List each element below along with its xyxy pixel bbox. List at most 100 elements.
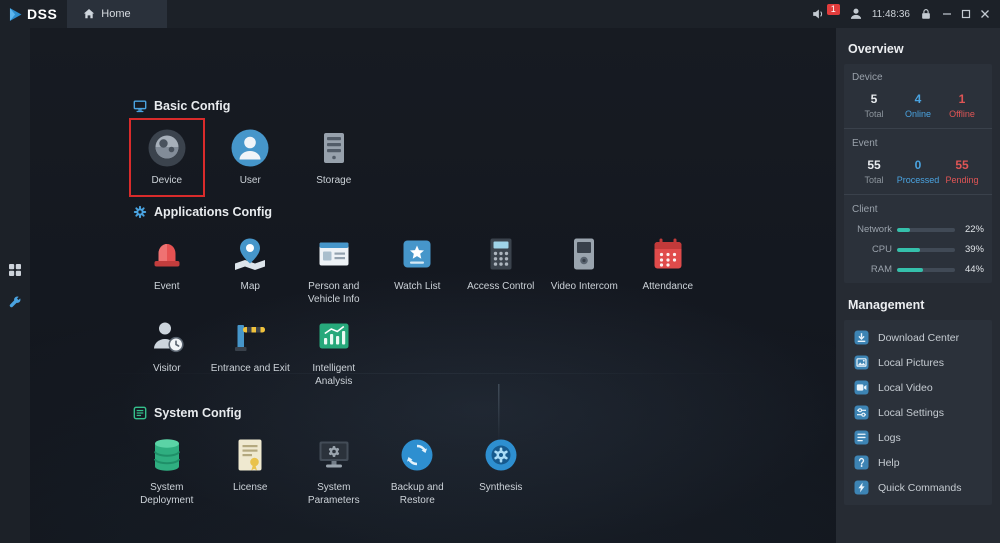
config-tools-button[interactable] — [7, 294, 23, 310]
speaker-icon — [811, 7, 825, 21]
left-rail — [0, 28, 30, 543]
app-attendance[interactable]: Attendance — [626, 234, 710, 306]
maximize-button[interactable] — [961, 9, 971, 19]
cpu-meter: CPU 39% — [852, 244, 984, 255]
network-meter-value: 22% — [960, 224, 984, 235]
app-license-label: License — [233, 481, 267, 494]
app-person-vehicle-info-label: Person and Vehicle Info — [294, 280, 374, 306]
app-video-intercom[interactable]: Video Intercom — [543, 234, 627, 306]
section-applications-config: Applications Config Event Map — [133, 205, 836, 388]
overview-client-group: Client Network 22% CPU 39% RAM 44% — [852, 204, 984, 275]
event-pending-label: Pending — [942, 175, 982, 185]
app-system-deployment[interactable]: System Deployment — [125, 435, 209, 507]
dss-logo-icon — [7, 6, 24, 23]
app-visitor-label: Visitor — [153, 362, 181, 375]
lock-icon — [919, 7, 933, 21]
local-video-icon — [854, 380, 869, 395]
section-basic-config: Basic Config Device User — [133, 99, 836, 187]
overview-title: Overview — [848, 42, 988, 56]
quick-commands-icon — [854, 480, 869, 495]
event-pending-stat: 55 Pending — [942, 158, 982, 185]
basic-config-icon — [133, 99, 147, 113]
management-item-quick-commands[interactable]: Quick Commands — [844, 475, 992, 500]
right-panel: Overview Device 5 Total 4 Online — [836, 28, 1000, 543]
device-online-value: 4 — [898, 92, 938, 106]
synthesis-icon — [481, 435, 521, 475]
app-watch-list-label: Watch List — [394, 280, 440, 293]
app-storage[interactable]: Storage — [292, 128, 376, 187]
wrench-icon — [7, 294, 23, 310]
minimize-button[interactable] — [942, 9, 952, 19]
app-system-parameters[interactable]: System Parameters — [292, 435, 376, 507]
app-person-vehicle-info[interactable]: Person and Vehicle Info — [292, 234, 376, 306]
management-item-label: Local Video — [878, 382, 933, 394]
app-watch-list[interactable]: Watch List — [376, 234, 460, 306]
device-offline-label: Offline — [942, 109, 982, 119]
titlebar-controls: 1 11:48:36 — [811, 7, 1000, 21]
lock-button[interactable] — [919, 7, 933, 21]
applications-config-row-1: Event Map Person and Vehicle Info — [125, 234, 836, 306]
app-map-label: Map — [241, 280, 260, 293]
download-center-icon — [854, 330, 869, 345]
basic-config-header: Basic Config — [133, 99, 836, 113]
overview-event-group: Event 55 Total 0 Processed 55 Pending — [852, 138, 984, 185]
maximize-icon — [961, 9, 971, 19]
user-icon — [849, 7, 863, 21]
app-system-deployment-label: System Deployment — [127, 481, 207, 507]
management-item-logs[interactable]: Logs — [844, 425, 992, 450]
backup-restore-icon — [397, 435, 437, 475]
app-entrance-exit[interactable]: Entrance and Exit — [209, 316, 293, 388]
app-intelligent-analysis[interactable]: Intelligent Analysis — [292, 316, 376, 388]
tab-home[interactable]: Home — [67, 0, 167, 28]
device-icon — [147, 128, 187, 168]
ram-meter-bar — [897, 268, 955, 272]
minimize-icon — [942, 9, 952, 19]
event-processed-label: Processed — [897, 175, 940, 185]
management-item-label: Local Settings — [878, 407, 944, 419]
applications-config-header: Applications Config — [133, 205, 836, 219]
applications-config-row-2: Visitor Entrance and Exit Intelligent An… — [125, 316, 836, 388]
app-synthesis-label: Synthesis — [479, 481, 522, 494]
app-access-control[interactable]: Access Control — [459, 234, 543, 306]
apps-grid-button[interactable] — [7, 262, 23, 278]
app-storage-label: Storage — [316, 174, 351, 187]
management-item-download-center[interactable]: Download Center — [844, 325, 992, 350]
app-device[interactable]: Device — [125, 128, 209, 187]
app-visitor[interactable]: Visitor — [125, 316, 209, 388]
home-workspace: Basic Config Device User — [30, 28, 836, 543]
local-settings-icon — [854, 405, 869, 420]
app-backup-restore[interactable]: Backup and Restore — [376, 435, 460, 507]
event-icon — [147, 234, 187, 274]
app-license[interactable]: License — [209, 435, 293, 507]
management-title: Management — [848, 298, 988, 312]
management-item-local-settings[interactable]: Local Settings — [844, 400, 992, 425]
dss-logo: DSS — [0, 6, 67, 23]
app-map[interactable]: Map — [209, 234, 293, 306]
management-item-local-video[interactable]: Local Video — [844, 375, 992, 400]
access-control-icon — [481, 234, 521, 274]
applications-config-title: Applications Config — [154, 205, 272, 219]
close-button[interactable] — [980, 9, 990, 19]
management-item-label: Local Pictures — [878, 357, 944, 369]
device-online-label: Online — [898, 109, 938, 119]
app-synthesis[interactable]: Synthesis — [459, 435, 543, 507]
intelligent-analysis-icon — [314, 316, 354, 356]
app-entrance-exit-label: Entrance and Exit — [211, 362, 290, 375]
device-total-value: 5 — [854, 92, 894, 106]
user-menu-button[interactable] — [849, 7, 863, 21]
app-backup-restore-label: Backup and Restore — [377, 481, 457, 507]
network-meter-label: Network — [852, 224, 892, 235]
management-item-local-pictures[interactable]: Local Pictures — [844, 350, 992, 375]
panel-divider — [844, 128, 992, 129]
system-config-items: System Deployment License System Paramet… — [125, 435, 836, 507]
app-event[interactable]: Event — [125, 234, 209, 306]
management-item-help[interactable]: Help — [844, 450, 992, 475]
device-total-stat: 5 Total — [854, 92, 894, 119]
app-access-control-label: Access Control — [467, 280, 534, 293]
app-user[interactable]: User — [209, 128, 293, 187]
visitor-icon — [147, 316, 187, 356]
app-name: DSS — [27, 6, 57, 22]
device-online-stat: 4 Online — [898, 92, 938, 119]
alarm-sound-button[interactable] — [811, 7, 825, 21]
app-system-parameters-label: System Parameters — [294, 481, 374, 507]
